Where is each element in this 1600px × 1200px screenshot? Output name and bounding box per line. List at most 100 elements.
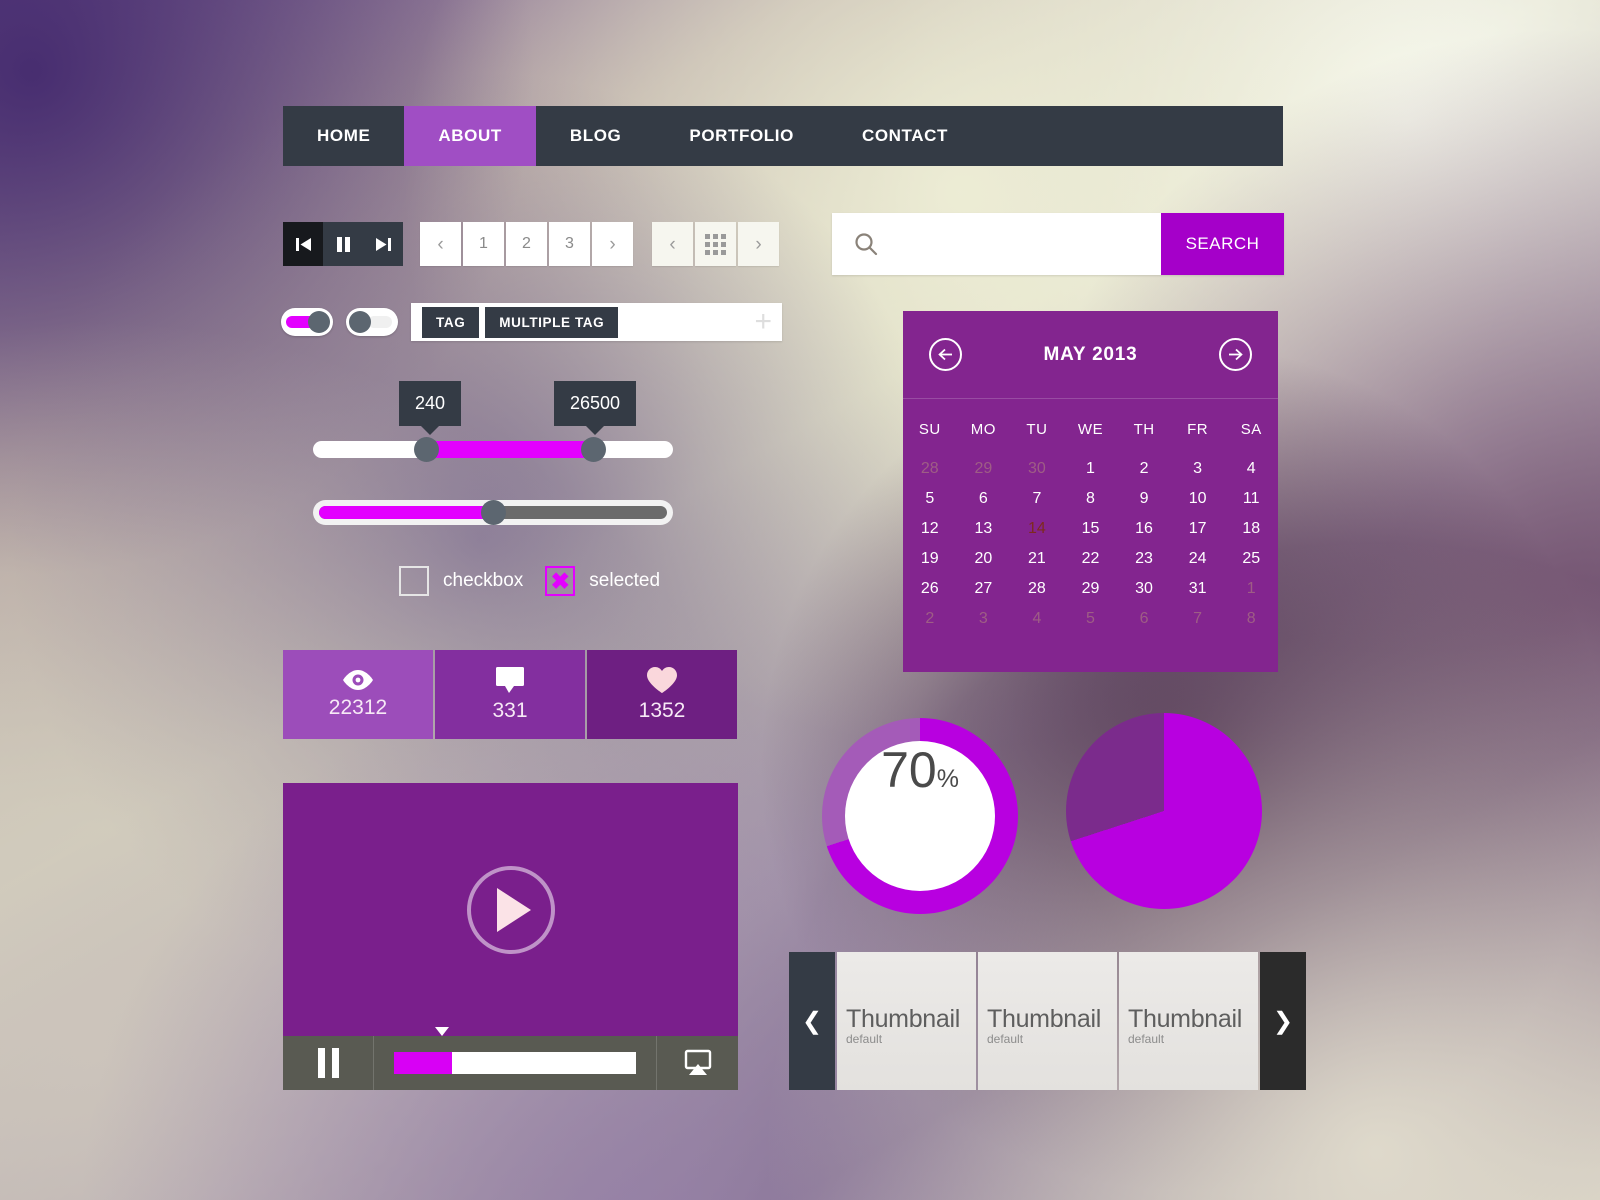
grid-icon (705, 233, 726, 255)
nav-item-home[interactable]: HOME (283, 106, 404, 166)
calendar-day[interactable]: 1 (1224, 574, 1278, 604)
calendar-day[interactable]: 27 (957, 574, 1011, 604)
calendar-day[interactable]: 5 (903, 484, 957, 514)
checkbox-unchecked[interactable] (399, 566, 429, 596)
calendar: MAY 2013 SU MO TU WE TH FR SA 28 29 30 1 2 3 4… (903, 311, 1278, 672)
stat-value: 331 (492, 699, 528, 722)
calendar-day[interactable]: 17 (1171, 514, 1225, 544)
calendar-day[interactable]: 6 (957, 484, 1011, 514)
tag-input[interactable]: TAG MULTIPLE TAG + (411, 303, 782, 341)
calendar-day[interactable]: 5 (1064, 604, 1118, 634)
pagination-page-2[interactable]: 2 (506, 222, 547, 266)
thumbnail-card[interactable]: Thumbnail default (978, 952, 1117, 1090)
range-min-handle[interactable] (414, 437, 439, 462)
search-field[interactable] (832, 213, 1161, 275)
calendar-day[interactable]: 25 (1224, 544, 1278, 574)
calendar-day[interactable]: 4 (1224, 454, 1278, 484)
nav-item-about[interactable]: ABOUT (404, 106, 536, 166)
pagination-prev-button[interactable]: ‹ (420, 222, 461, 266)
media-transport-controls (283, 222, 403, 266)
nav-item-contact[interactable]: CONTACT (828, 106, 982, 166)
calendar-day[interactable]: 26 (903, 574, 957, 604)
grid-view-button[interactable] (695, 222, 736, 266)
calendar-day[interactable]: 23 (1117, 544, 1171, 574)
calendar-day[interactable]: 21 (1010, 544, 1064, 574)
calendar-day[interactable]: 18 (1224, 514, 1278, 544)
calendar-day[interactable]: 3 (1171, 454, 1225, 484)
calendar-day[interactable]: 3 (957, 604, 1011, 634)
calendar-day[interactable]: 9 (1117, 484, 1171, 514)
video-pause-button[interactable] (283, 1036, 374, 1090)
calendar-day[interactable]: 2 (1117, 454, 1171, 484)
tag-chip[interactable]: MULTIPLE TAG (485, 306, 619, 338)
toggle-switch-on[interactable] (281, 308, 333, 336)
stat-comments[interactable]: 331 (435, 650, 585, 739)
calendar-day[interactable]: 8 (1064, 484, 1118, 514)
skip-forward-button[interactable] (363, 222, 403, 266)
thumbnail-card[interactable]: Thumbnail default (1119, 952, 1258, 1090)
pagination-page-3[interactable]: 3 (549, 222, 590, 266)
progress-handle[interactable] (481, 500, 506, 525)
calendar-prev-button[interactable] (929, 338, 962, 371)
range-max-handle[interactable] (581, 437, 606, 462)
progress-slider[interactable] (313, 500, 673, 525)
progress-fill (319, 506, 499, 519)
calendar-day[interactable]: 11 (1224, 484, 1278, 514)
calendar-day[interactable]: 14 (1010, 514, 1064, 544)
carousel-prev-button[interactable]: ❮ (789, 952, 835, 1090)
video-progress-slider[interactable] (374, 1027, 657, 1090)
calendar-day[interactable]: 4 (1010, 604, 1064, 634)
nav-item-portfolio[interactable]: PORTFOLIO (655, 106, 828, 166)
video-stage[interactable] (283, 783, 738, 1036)
stat-views[interactable]: 22312 (283, 650, 433, 739)
calendar-day[interactable]: 30 (1010, 454, 1064, 484)
pagination-next-button[interactable]: › (592, 222, 633, 266)
video-cast-button[interactable] (657, 1036, 738, 1090)
calendar-day[interactable]: 29 (957, 454, 1011, 484)
calendar-day[interactable]: 20 (957, 544, 1011, 574)
calendar-day[interactable]: 29 (1064, 574, 1118, 604)
calendar-day[interactable]: 8 (1224, 604, 1278, 634)
stat-likes[interactable]: 1352 (587, 650, 737, 739)
calendar-weekday: SA (1240, 421, 1262, 438)
calendar-next-button[interactable] (1219, 338, 1252, 371)
play-button[interactable] (466, 865, 555, 954)
pagination-page-1[interactable]: 1 (463, 222, 504, 266)
calendar-day[interactable]: 28 (903, 454, 957, 484)
carousel-next-button[interactable]: ❯ (1260, 952, 1306, 1090)
pause-button[interactable] (323, 222, 363, 266)
calendar-weekday: TH (1133, 421, 1155, 438)
nav-item-blog[interactable]: BLOG (536, 106, 656, 166)
video-progress-track (394, 1052, 636, 1074)
search-button[interactable]: SEARCH (1161, 213, 1284, 275)
calendar-day[interactable]: 15 (1064, 514, 1118, 544)
thumbnail-card[interactable]: Thumbnail default (837, 952, 976, 1090)
calendar-day[interactable]: 12 (903, 514, 957, 544)
tag-chip[interactable]: TAG (422, 306, 480, 338)
grid-pagination-next-button[interactable]: › (738, 222, 779, 266)
toggle-knob (308, 311, 330, 333)
toggle-switch-off[interactable] (346, 308, 398, 336)
calendar-day[interactable]: 22 (1064, 544, 1118, 574)
calendar-day[interactable]: 6 (1117, 604, 1171, 634)
calendar-day[interactable]: 30 (1117, 574, 1171, 604)
calendar-day[interactable]: 7 (1171, 604, 1225, 634)
calendar-day[interactable]: 28 (1010, 574, 1064, 604)
grid-pagination-prev-button[interactable]: ‹ (652, 222, 693, 266)
calendar-day[interactable]: 19 (903, 544, 957, 574)
checkbox-checked[interactable]: ✖ (545, 566, 576, 596)
calendar-day[interactable]: 7 (1010, 484, 1064, 514)
calendar-day[interactable]: 31 (1171, 574, 1225, 604)
donut-unit: % (936, 765, 959, 793)
calendar-day[interactable]: 24 (1171, 544, 1225, 574)
calendar-day[interactable]: 2 (903, 604, 957, 634)
calendar-day[interactable]: 16 (1117, 514, 1171, 544)
add-tag-button[interactable]: + (754, 307, 772, 337)
search-input[interactable] (891, 234, 1161, 254)
skip-back-button[interactable] (283, 222, 323, 266)
thumbnail-carousel: ❮ Thumbnail default Thumbnail default Th… (789, 952, 1306, 1090)
calendar-day[interactable]: 10 (1171, 484, 1225, 514)
range-slider[interactable] (313, 437, 673, 462)
calendar-day[interactable]: 13 (957, 514, 1011, 544)
calendar-day[interactable]: 1 (1064, 454, 1118, 484)
